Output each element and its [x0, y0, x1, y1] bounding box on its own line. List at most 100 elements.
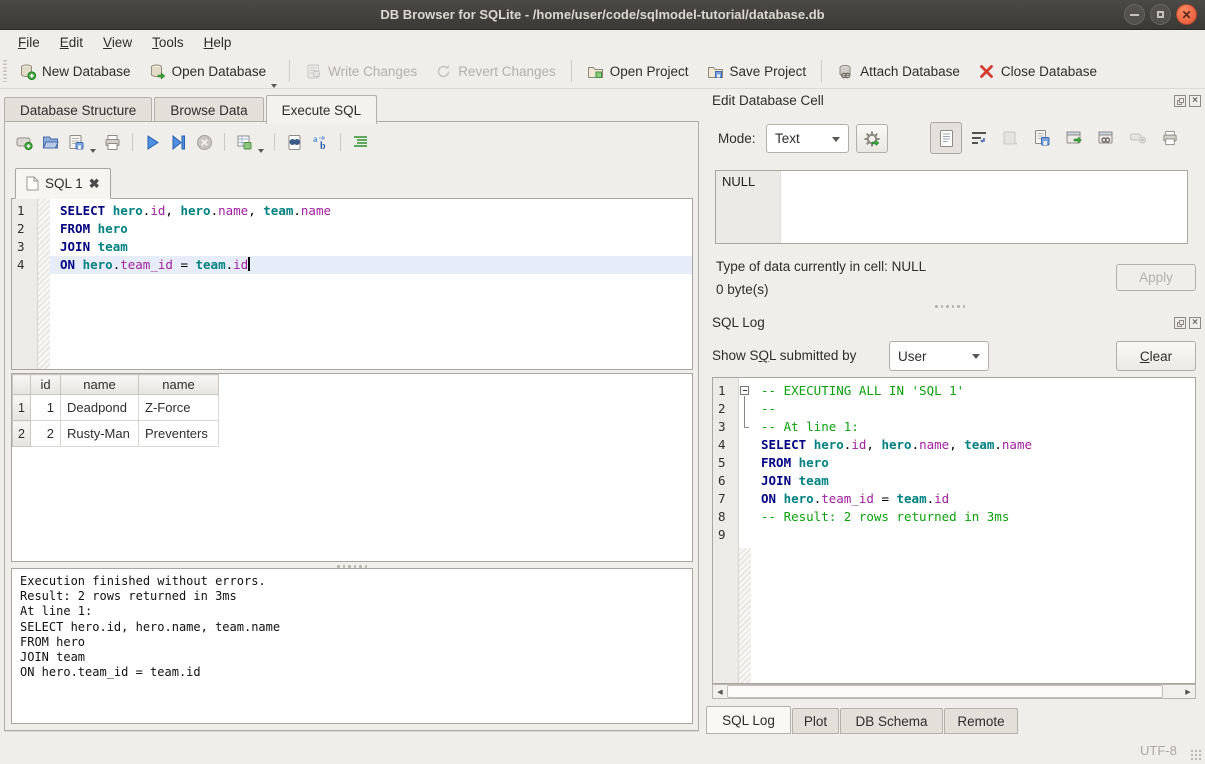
row-header[interactable]: 2 [13, 421, 31, 447]
save-results-dropdown-arrow[interactable] [258, 149, 264, 153]
code-line[interactable]: -- [751, 400, 1195, 418]
table-cell[interactable]: Preventers [139, 421, 219, 447]
set-null-icon [1129, 131, 1148, 145]
code-line[interactable]: -- EXECUTING ALL IN 'SQL 1' [751, 382, 1195, 400]
code-line[interactable]: ON hero.team_id = team.id [50, 256, 692, 274]
results-grid[interactable]: idnamename11DeadpondZ-Force22Rusty-ManPr… [11, 373, 693, 562]
menu-tools[interactable]: Tools [142, 32, 194, 53]
right-dock-splitter[interactable] [927, 304, 973, 309]
print-cell-button[interactable] [1158, 128, 1182, 148]
menu-file[interactable]: File [8, 32, 50, 53]
attach-database-button[interactable]: Attach Database [828, 58, 969, 85]
scroll-thumb[interactable] [727, 685, 1163, 698]
new-sql-tab-icon[interactable] [15, 133, 34, 152]
bottom-tab-db-schema[interactable]: DB Schema [840, 708, 943, 734]
tab-execute-sql[interactable]: Execute SQL [266, 95, 378, 124]
save-project-button[interactable]: Save Project [698, 58, 816, 85]
table-cell[interactable]: 1 [31, 395, 61, 421]
execution-message: Execution finished without errors. Resul… [12, 569, 692, 685]
open-database-dropdown-arrow[interactable] [271, 84, 277, 88]
bottom-tab-remote[interactable]: Remote [944, 708, 1018, 734]
execute-all-icon[interactable] [143, 133, 162, 152]
replace-icon[interactable]: ab [311, 133, 330, 152]
fold-marker [739, 400, 751, 418]
fold-marker [739, 490, 751, 508]
scroll-track[interactable] [727, 685, 1181, 698]
editor-fold-margin [38, 199, 50, 369]
resize-grip[interactable] [1190, 749, 1202, 761]
menu-help[interactable]: Help [194, 32, 242, 53]
cell-value-editor[interactable]: NULL [715, 170, 1188, 244]
code-line[interactable]: SELECT hero.id, hero.name, team.name [50, 202, 692, 220]
export-cell-data-button[interactable] [1030, 128, 1054, 148]
row-header[interactable]: 1 [13, 395, 31, 421]
close-dock-icon[interactable]: × [1189, 95, 1201, 107]
table-row[interactable]: 11DeadpondZ-Force [13, 395, 219, 421]
code-line[interactable]: JOIN team [751, 472, 1195, 490]
toolbar-separator [289, 60, 290, 82]
svg-text:a: a [313, 134, 318, 144]
code-line[interactable]: ON hero.team_id = team.id [751, 490, 1195, 508]
sql-document-tab[interactable]: SQL 1 ✖ [15, 168, 111, 199]
line-number: 6 [713, 472, 738, 490]
table-row[interactable]: 22Rusty-ManPreventers [13, 421, 219, 447]
open-database-button[interactable]: Open Database [140, 58, 276, 85]
grid-corner[interactable] [13, 375, 31, 395]
code-line[interactable]: FROM hero [751, 454, 1195, 472]
code-line[interactable] [751, 526, 1195, 544]
cell-editor-textarea[interactable] [781, 171, 1187, 243]
text-mode-toggle[interactable] [930, 122, 962, 154]
bottom-tab-plot[interactable]: Plot [792, 708, 839, 734]
auto-switch-mode-button[interactable] [856, 124, 888, 153]
bottom-tab-sql-log[interactable]: SQL Log [706, 706, 791, 734]
save-results-icon[interactable] [235, 133, 254, 152]
maximize-button[interactable] [1150, 4, 1171, 25]
scroll-left-arrow[interactable]: ◀ [713, 685, 727, 698]
close-dock-icon[interactable]: × [1189, 317, 1201, 329]
save-sql-file-icon[interactable] [67, 133, 86, 152]
table-cell[interactable]: 2 [31, 421, 61, 447]
tab-database-structure[interactable]: Database Structure [4, 97, 152, 124]
code-line[interactable]: JOIN team [50, 238, 692, 256]
sql-editor[interactable]: 1234 SELECT hero.id, hero.name, team.nam… [11, 198, 693, 370]
open-sql-file-icon[interactable] [41, 133, 60, 152]
copy-link-button[interactable] [1094, 128, 1118, 148]
save-sql-dropdown-arrow[interactable] [90, 149, 96, 153]
sql-log-hscrollbar[interactable]: ◀ ▶ [712, 684, 1196, 699]
menu-view[interactable]: View [93, 32, 142, 53]
clear-log-button[interactable]: Clear [1116, 341, 1196, 371]
code-line[interactable]: -- At line 1: [751, 418, 1195, 436]
fold-marker [739, 472, 751, 490]
column-header[interactable]: id [31, 375, 61, 395]
sql-tab-close-icon[interactable]: ✖ [89, 176, 100, 192]
close-button[interactable]: ✕ [1176, 4, 1197, 25]
float-dock-icon[interactable] [1174, 95, 1186, 107]
word-wrap-button[interactable] [968, 128, 990, 148]
table-cell[interactable]: Deadpond [61, 395, 139, 421]
float-dock-icon[interactable] [1174, 317, 1186, 329]
execute-line-icon[interactable] [169, 133, 188, 152]
scroll-right-arrow[interactable]: ▶ [1181, 685, 1195, 698]
table-cell[interactable]: Z-Force [139, 395, 219, 421]
close-database-button[interactable]: Close Database [969, 58, 1106, 85]
open-project-button[interactable]: Open Project [578, 58, 698, 85]
column-header[interactable]: name [139, 375, 219, 395]
print-icon[interactable] [103, 133, 122, 152]
new-database-button[interactable]: New Database [10, 58, 140, 85]
code-line[interactable]: SELECT hero.id, hero.name, team.name [751, 436, 1195, 454]
sql-log-filter-combobox[interactable]: User [889, 341, 989, 371]
code-line[interactable]: -- Result: 2 rows returned in 3ms [751, 508, 1195, 526]
format-sql-icon[interactable] [351, 133, 370, 152]
tab-browse-data[interactable]: Browse Data [154, 97, 263, 124]
find-icon[interactable] [285, 133, 304, 152]
menu-edit[interactable]: Edit [50, 32, 93, 53]
mode-combobox[interactable]: Text [766, 124, 849, 153]
code-line[interactable]: FROM hero [50, 220, 692, 238]
sql-log-view[interactable]: 123456789 -- EXECUTING ALL IN 'SQL 1'---… [712, 377, 1196, 684]
minimize-button[interactable] [1124, 4, 1145, 25]
editor-code[interactable]: SELECT hero.id, hero.name, team.nameFROM… [50, 199, 692, 369]
fold-marker[interactable] [739, 382, 751, 400]
open-in-external-app-button[interactable] [1062, 128, 1086, 148]
table-cell[interactable]: Rusty-Man [61, 421, 139, 447]
column-header[interactable]: name [61, 375, 139, 395]
